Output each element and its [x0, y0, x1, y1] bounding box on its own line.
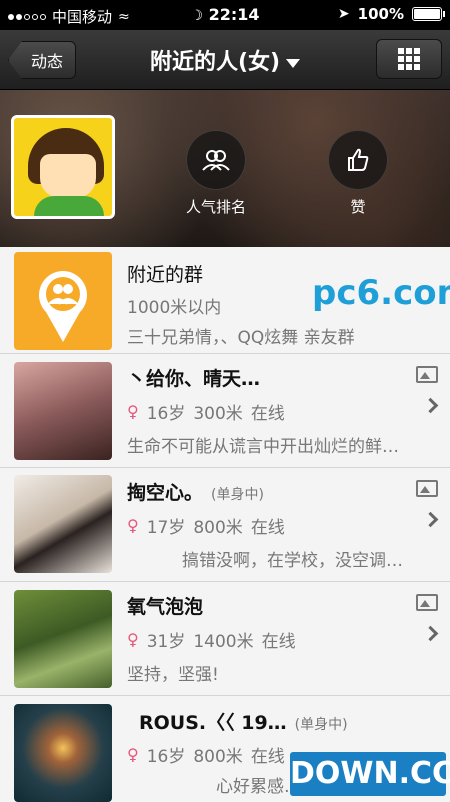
group-desc: 三十兄弟情，、QQ炫舞 亲友群	[127, 328, 355, 348]
battery-icon	[412, 7, 445, 21]
person-age: 17岁	[146, 518, 186, 538]
clock: 22:14	[208, 5, 260, 24]
person-distance: 800米	[193, 518, 243, 538]
female-icon: ♀	[127, 402, 139, 421]
person-status: 在线	[261, 632, 296, 652]
thumbs-up-icon	[348, 148, 369, 171]
moon-icon: ☽	[190, 8, 204, 24]
person-photo	[14, 704, 112, 802]
person-age: 16岁	[146, 747, 186, 767]
nav-bar: 动态 附近的人(女)	[0, 30, 450, 90]
female-icon: ♀	[127, 630, 139, 649]
person-age: 16岁	[146, 404, 186, 424]
person-name: ROUS.〈〈 19… (单身中)	[139, 712, 348, 734]
person-row[interactable]: 氧气泡泡 ♀ 31岁 1400米 在线 坚持，坚强!	[0, 582, 450, 696]
person-signature: 坚持，坚强!	[127, 665, 219, 685]
person-distance: 800米	[193, 747, 243, 767]
female-icon: ♀	[127, 745, 139, 764]
down-watermark: DOWN.CC	[290, 752, 450, 796]
people-icon	[202, 150, 230, 171]
person-age: 31岁	[146, 632, 186, 652]
person-row[interactable]: 丶给你、晴天… ♀ 16岁 300米 在线 生命不可能从谎言中开出灿烂的鲜…	[0, 354, 450, 468]
photo-icon	[416, 594, 438, 611]
popularity-ranking-button[interactable]: 人气排名	[186, 130, 246, 217]
person-name: 氧气泡泡	[127, 596, 204, 618]
photo-icon	[416, 480, 438, 497]
person-meta: ♀ 17岁 800米 在线	[127, 513, 285, 538]
person-name: 掏空心。 (单身中)	[127, 482, 264, 504]
status-bar: 中国移动 ≈ ☽ 22:14 ➤ 100%	[0, 0, 450, 30]
person-meta: ♀ 16岁 800米 在线	[127, 742, 285, 767]
person-name: 丶给你、晴天…	[127, 368, 261, 390]
like-button[interactable]: 赞	[328, 130, 388, 217]
group-title: 附近的群	[127, 264, 204, 286]
group-distance: 1000米以内	[127, 298, 222, 318]
chevron-right-icon	[422, 397, 439, 414]
pc6-watermark: pc6.com	[312, 273, 450, 313]
chevron-right-icon	[422, 625, 439, 642]
female-icon: ♀	[127, 516, 139, 535]
person-status: 在线	[250, 518, 285, 538]
person-row[interactable]: 掏空心。 (单身中) ♀ 17岁 800米 在线 搞错没啊，在学校，没空调…	[0, 468, 450, 582]
my-avatar[interactable]	[11, 115, 115, 219]
grid-icon	[398, 48, 420, 70]
person-distance: 1400米	[193, 632, 254, 652]
person-photo	[14, 362, 112, 460]
person-status: 在线	[250, 747, 285, 767]
like-label: 赞	[350, 198, 366, 216]
person-meta: ♀ 31岁 1400米 在线	[127, 627, 296, 652]
battery-percent: 100%	[357, 5, 404, 23]
grid-view-button[interactable]	[376, 39, 442, 79]
person-photo	[14, 475, 112, 573]
group-location-icon	[14, 252, 112, 350]
person-signature: 生命不可能从谎言中开出灿烂的鲜…	[127, 437, 399, 457]
person-status: 在线	[250, 404, 285, 424]
person-photo	[14, 590, 112, 688]
location-arrow-icon: ➤	[337, 6, 350, 22]
nearby-list: 附近的群 1000米以内 三十兄弟情，、QQ炫舞 亲友群 丶给你、晴天… ♀ 1…	[0, 247, 450, 802]
caret-down-icon	[286, 58, 301, 68]
page-title: 附近的人(女)	[149, 50, 281, 75]
person-signature: 搞错没啊，在学校，没空调…	[182, 551, 403, 571]
photo-icon	[416, 366, 438, 383]
person-meta: ♀ 16岁 300米 在线	[127, 399, 285, 424]
chevron-right-icon	[422, 511, 439, 528]
person-distance: 300米	[193, 404, 243, 424]
ranking-label: 人气排名	[186, 198, 247, 216]
